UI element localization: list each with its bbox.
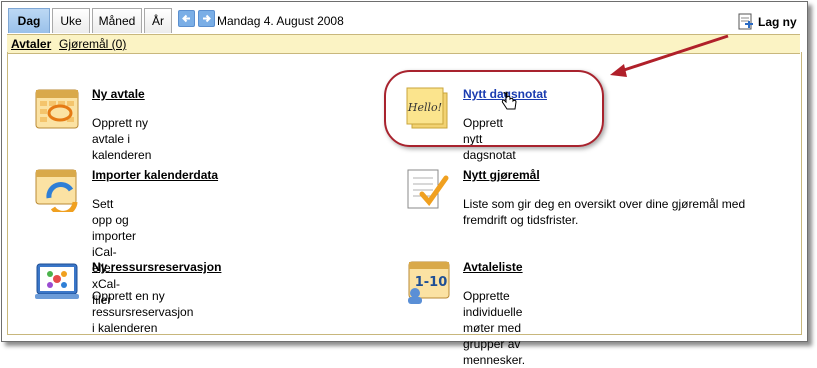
tab-year[interactable]: År — [144, 8, 172, 33]
next-day-button[interactable] — [198, 10, 215, 27]
tab-week[interactable]: Uke — [52, 8, 90, 33]
appointment-list-icon: 1-10 — [408, 261, 450, 304]
calendar-icon — [35, 89, 79, 129]
tab-month[interactable]: Måned — [92, 8, 142, 33]
hand-cursor-icon — [501, 92, 517, 110]
new-task-description: Liste som gir deg en oversikt over dine … — [463, 197, 746, 227]
new-item-label: Lag ny — [758, 15, 797, 29]
current-date-label: Mandag 4. August 2008 — [217, 14, 344, 28]
arrow-left-icon — [182, 14, 190, 23]
arrow-right-icon — [203, 14, 211, 23]
appointment-list-description: Opprette individuelle møter med grupper … — [463, 289, 526, 367]
new-resource-reservation-link[interactable]: Ny ressursreservasjon — [92, 260, 221, 274]
new-document-icon — [738, 13, 753, 30]
task-checklist-icon — [407, 169, 449, 209]
subnav-tasks-link[interactable]: Gjøremål (0) — [59, 37, 126, 51]
appointment-list-link[interactable]: Avtaleliste — [463, 260, 523, 274]
new-appointment-link[interactable]: Ny avtale — [92, 87, 145, 101]
import-calendar-icon — [35, 169, 78, 212]
highlight-circle — [384, 70, 604, 147]
annotation-arrow-icon — [610, 34, 729, 77]
import-calendar-link[interactable]: Importer kalenderdata — [92, 168, 218, 182]
list-icon-text: 1-10 — [415, 275, 448, 290]
subnav-appointments-link[interactable]: Avtaler — [11, 37, 51, 51]
resource-reservation-icon — [35, 263, 79, 299]
new-resource-reservation-description: Opprett en ny ressursreservasjon i kalen… — [92, 289, 194, 335]
new-appointment-description: Opprett ny avtale i kalenderen — [92, 116, 152, 162]
tab-day[interactable]: Dag — [8, 8, 50, 33]
new-task-link[interactable]: Nytt gjøremål — [463, 168, 540, 182]
previous-day-button[interactable] — [178, 10, 195, 27]
